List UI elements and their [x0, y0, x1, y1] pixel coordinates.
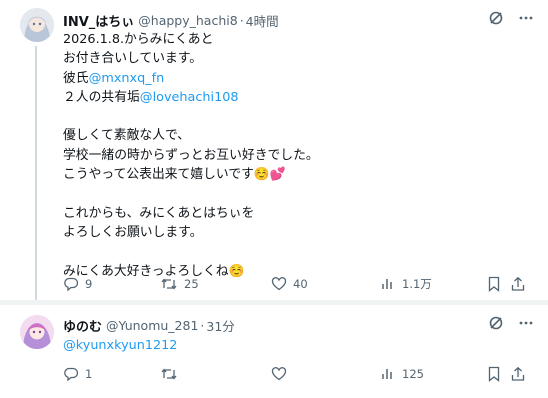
repost-icon	[160, 276, 178, 292]
avatar[interactable]	[20, 8, 54, 42]
reply-tweet[interactable]: ゆのむ @Yunomu_281 · 31分 @kyunxkyun1212 1 1…	[0, 305, 548, 398]
user-handle[interactable]: @happy_hachi8	[138, 13, 237, 28]
like-button[interactable]	[271, 366, 293, 382]
line-text: 優しくて素敵な人で、	[63, 128, 191, 144]
tweet[interactable]: INV_はちぃ @happy_hachi8 · 4時間 2026.1.8.からみ…	[0, 0, 548, 300]
display-name[interactable]: ゆのむ	[63, 316, 102, 335]
share-button[interactable]	[510, 276, 526, 292]
like-icon	[271, 276, 287, 292]
line-text: こうやって公表出来て嬉しいです☺️💕	[63, 167, 286, 183]
grok-icon[interactable]	[488, 315, 504, 331]
tweet-line: ２人の共有垢@lovehachi108	[63, 88, 533, 107]
tweet-header: INV_はちぃ @happy_hachi8 · 4時間	[63, 10, 534, 30]
grok-icon[interactable]	[488, 10, 504, 26]
mention-link[interactable]: @kyunxkyun1212	[63, 338, 177, 353]
views-count: 125	[402, 367, 424, 381]
action-bar: 1 125	[63, 364, 534, 384]
avatar[interactable]	[20, 315, 54, 349]
like-icon	[271, 366, 287, 382]
repost-button[interactable]	[160, 366, 184, 382]
bookmark-button[interactable]	[487, 366, 501, 382]
reply-count: 9	[85, 277, 93, 291]
tweet-text: 2026.1.8.からみにくあと お付き合いしています。 彼氏@mxnxq_fn ２人…	[63, 30, 533, 281]
line-text: 学校一緒の時からずっとお互い好きでした。	[63, 147, 319, 163]
line-text: 2026.1.8.からみにくあと	[63, 32, 214, 47]
user-handle[interactable]: @Yunomu_281	[106, 318, 198, 333]
mention-link[interactable]: @mxnxq_fn	[89, 71, 165, 86]
share-icon	[510, 366, 526, 382]
separator-dot: ·	[200, 317, 205, 333]
tweet-line: これからも、みにくあとはちぃを	[63, 204, 533, 223]
separator-dot: ·	[239, 12, 244, 28]
reply-button[interactable]: 1	[63, 366, 92, 382]
line-text: これからも、みにくあとはちぃを	[63, 205, 255, 221]
line-text: 彼氏	[63, 70, 89, 86]
tweet-line: 学校一緒の時からずっとお互い好きでした。	[63, 146, 533, 165]
tweet-header: ゆのむ @Yunomu_281 · 31分	[63, 315, 534, 335]
more-icon[interactable]	[518, 315, 534, 331]
tweet-line: 2026.1.8.からみにくあと	[63, 30, 533, 49]
views-icon	[380, 366, 396, 382]
timestamp[interactable]: 31分	[206, 316, 234, 335]
like-button[interactable]: 40	[271, 276, 308, 292]
bookmark-icon	[487, 276, 501, 292]
share-button[interactable]	[510, 366, 526, 382]
mention-link[interactable]: @lovehachi108	[140, 90, 239, 105]
line-text: よろしくお願いします。	[63, 224, 203, 240]
reply-icon	[63, 366, 79, 382]
views-count: 1.1万	[402, 277, 432, 291]
views-icon	[380, 276, 396, 292]
line-text: ２人の共有垢	[63, 89, 140, 105]
repost-button[interactable]: 25	[160, 276, 199, 292]
share-icon	[510, 276, 526, 292]
reply-count: 1	[85, 367, 93, 381]
like-count: 40	[293, 277, 308, 291]
repost-count: 25	[184, 277, 199, 291]
reply-icon	[63, 276, 79, 292]
views-button[interactable]: 125	[380, 366, 424, 382]
line-text: お付き合いしています。	[63, 51, 203, 67]
tweet-line: 彼氏@mxnxq_fn	[63, 69, 533, 88]
tweet-line: こうやって公表出来て嬉しいです☺️💕	[63, 165, 533, 184]
bookmark-icon	[487, 366, 501, 382]
views-button[interactable]: 1.1万	[380, 276, 432, 292]
timestamp[interactable]: 4時間	[246, 11, 279, 30]
reply-button[interactable]: 9	[63, 276, 92, 292]
more-icon[interactable]	[518, 10, 534, 26]
tweet-line: 優しくて素敵な人で、	[63, 126, 533, 145]
repost-icon	[160, 366, 178, 382]
bookmark-button[interactable]	[487, 276, 501, 292]
tweet-line: よろしくお願いします。	[63, 223, 533, 242]
tweet-line: お付き合いしています。	[63, 49, 533, 68]
tweet-text: @kyunxkyun1212	[63, 336, 533, 355]
action-bar: 9 25 40 1.1万	[63, 274, 534, 294]
display-name[interactable]: INV_はちぃ	[63, 11, 134, 30]
